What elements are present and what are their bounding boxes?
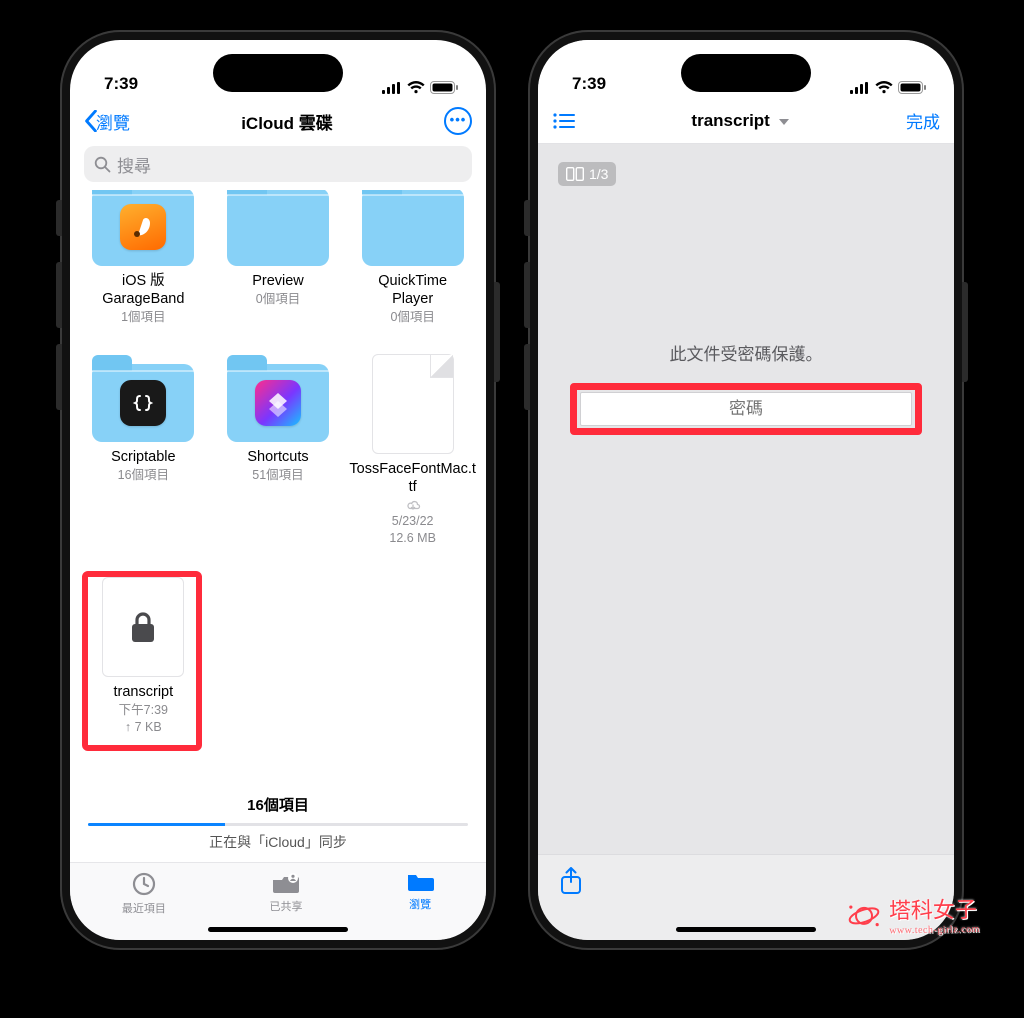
doc-title[interactable]: transcript xyxy=(691,111,788,131)
file-transcript[interactable]: transcript 下午7:39 ↑ 7 KB xyxy=(76,571,211,746)
phone-frame-right: 7:39 transcript xyxy=(528,30,964,950)
battery-icon xyxy=(430,81,458,94)
page-indicator: 1/3 xyxy=(558,162,616,186)
wifi-icon xyxy=(407,81,425,94)
list-button[interactable] xyxy=(552,112,574,130)
status-icons xyxy=(382,81,458,94)
list-icon xyxy=(552,112,576,130)
folder-shortcuts[interactable]: Shortcuts 51個項目 xyxy=(211,358,346,557)
garageband-icon xyxy=(120,204,166,250)
file-tossfacefont[interactable]: TossFaceFontMac.ttf 5/23/22 12.6 MB xyxy=(345,348,480,557)
item-name: Scriptable xyxy=(111,448,175,466)
item-name: Preview xyxy=(252,272,304,290)
tab-label: 最近項目 xyxy=(122,900,166,916)
planet-icon xyxy=(847,900,882,931)
wifi-icon xyxy=(875,81,893,94)
search-placeholder: 搜尋 xyxy=(117,152,151,177)
tab-shared[interactable]: 已共享 xyxy=(269,871,302,914)
status-time: 7:39 xyxy=(104,74,138,94)
clock-icon xyxy=(131,871,157,897)
cloud-download-icon xyxy=(405,499,421,512)
ellipsis-icon: ••• xyxy=(450,113,467,126)
folder-icon xyxy=(406,871,434,893)
tab-label: 瀏覽 xyxy=(409,896,431,912)
nav-bar: 瀏覽 iCloud 雲碟 ••• xyxy=(70,98,486,144)
shortcuts-icon xyxy=(255,380,301,426)
item-name: Shortcuts xyxy=(247,448,308,466)
folder-scriptable[interactable]: Scriptable 16個項目 xyxy=(76,358,211,557)
pages-icon xyxy=(566,167,584,181)
file-grid: iOS 版 GarageBand 1個項目 Preview 0個項目 Quick… xyxy=(76,190,480,746)
item-count: 16個項目 xyxy=(70,788,486,819)
dynamic-island xyxy=(681,54,811,92)
nav-bar: transcript 完成 xyxy=(538,98,954,144)
search-icon xyxy=(94,156,111,173)
page-title: iCloud 雲碟 xyxy=(241,109,333,134)
item-meta: 0個項目 xyxy=(256,291,300,308)
more-button[interactable]: ••• xyxy=(444,107,472,135)
item-name: iOS 版 GarageBand xyxy=(102,272,184,308)
folder-preview[interactable]: Preview 0個項目 xyxy=(211,190,346,336)
item-name: transcript xyxy=(114,683,174,701)
item-meta: 5/23/22 12.6 MB xyxy=(389,513,436,547)
item-name: QuickTime Player xyxy=(378,272,447,308)
done-button[interactable]: 完成 xyxy=(906,108,940,133)
home-indicator[interactable] xyxy=(676,927,816,932)
folder-quicktime[interactable]: QuickTime Player 0個項目 xyxy=(345,190,480,336)
folder-garageband[interactable]: iOS 版 GarageBand 1個項目 xyxy=(76,190,211,336)
item-meta: 下午7:39 ↑ 7 KB xyxy=(119,702,168,736)
item-name: TossFaceFontMac.ttf xyxy=(349,460,476,496)
share-icon xyxy=(560,867,582,895)
chevron-down-icon xyxy=(779,119,789,125)
status-icons xyxy=(850,81,926,94)
dynamic-island xyxy=(213,54,343,92)
share-button[interactable] xyxy=(560,867,582,900)
shared-icon xyxy=(271,871,301,895)
protected-label: 此文件受密碼保護。 xyxy=(538,340,954,365)
item-meta: 0個項目 xyxy=(390,309,434,326)
watermark: 塔科女子 www.tech-girlz.com xyxy=(847,892,980,937)
cellular-icon xyxy=(382,82,402,94)
lock-icon xyxy=(128,610,158,644)
status-time: 7:39 xyxy=(572,74,606,94)
sync-status: 正在與「iCloud」同步 xyxy=(70,826,486,862)
cellular-icon xyxy=(850,82,870,94)
tab-recents[interactable]: 最近項目 xyxy=(122,871,166,916)
password-input[interactable] xyxy=(580,392,912,426)
back-button[interactable]: 瀏覽 xyxy=(84,109,130,134)
back-label: 瀏覽 xyxy=(96,109,130,134)
battery-icon xyxy=(898,81,926,94)
search-input[interactable]: 搜尋 xyxy=(84,146,472,182)
tab-browse[interactable]: 瀏覽 xyxy=(406,871,434,912)
item-meta: 1個項目 xyxy=(121,309,165,326)
phone-frame-left: 7:39 瀏覽 iCloud 雲碟 ••• xyxy=(60,30,496,950)
item-meta: 51個項目 xyxy=(252,467,303,484)
home-indicator[interactable] xyxy=(208,927,348,932)
tab-label: 已共享 xyxy=(269,898,302,914)
scriptable-icon xyxy=(120,380,166,426)
item-meta: 16個項目 xyxy=(118,467,169,484)
